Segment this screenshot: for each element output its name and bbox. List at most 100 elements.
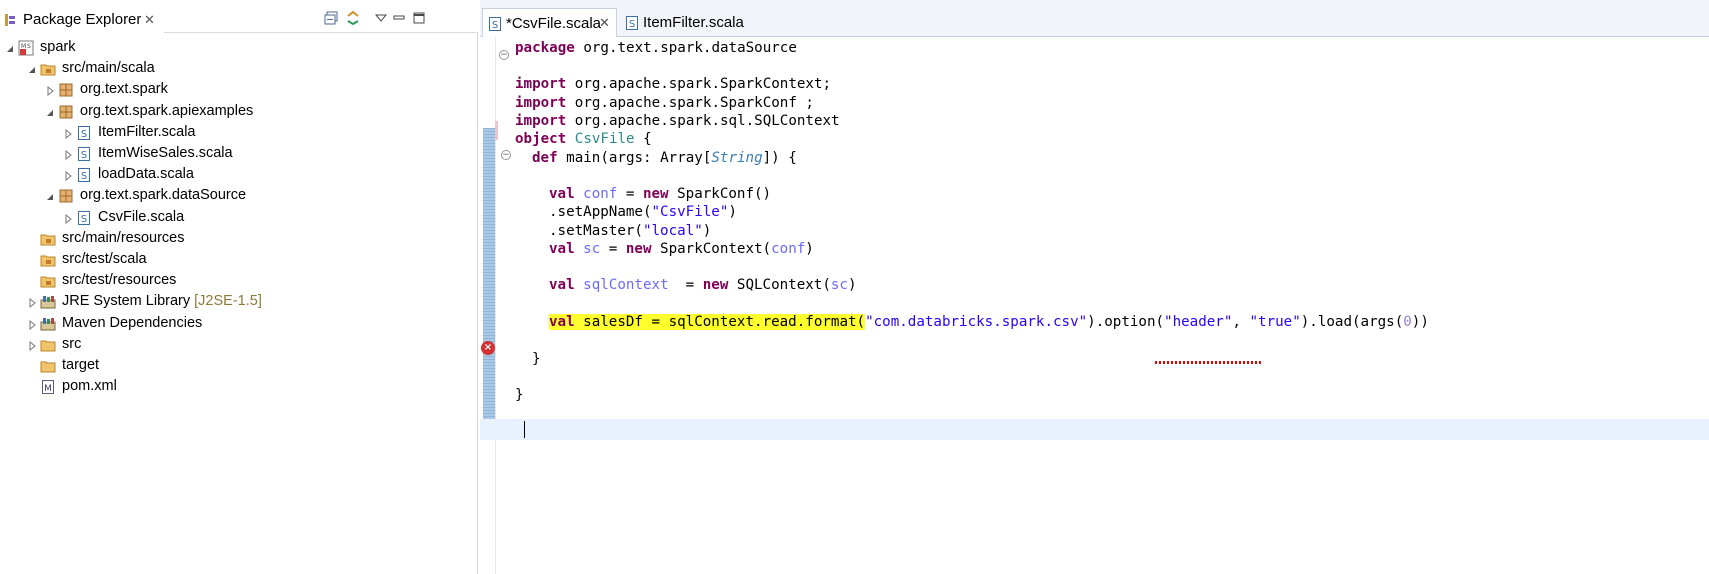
package-icon: [59, 189, 73, 203]
scala-file-icon: S: [78, 210, 90, 225]
code-line-3: import org.apache.spark.SparkContext;: [515, 76, 832, 92]
tree-item-label: src: [62, 335, 82, 352]
code-line-14: val sqlContext = new SQLContext(sc): [549, 277, 857, 293]
scala-file-icon: S: [78, 168, 90, 183]
source-folder-icon: [40, 255, 56, 267]
tree-item-label: loadData.scala: [98, 166, 194, 183]
tree-item-label: pom.xml: [62, 378, 117, 395]
package-explorer-icon: [5, 14, 15, 26]
tree-item-label: spark: [40, 39, 76, 55]
scala-file-icon: S: [78, 147, 90, 161]
collapsed-arrow-icon[interactable]: [45, 86, 55, 97]
tab-csvfile-scala[interactable]: S *CsvFile.scala ✕: [482, 8, 617, 37]
close-icon[interactable]: ✕: [599, 15, 610, 31]
change-ruler[interactable]: [483, 128, 495, 440]
source-folder-icon: [40, 234, 56, 246]
expanded-arrow-icon[interactable]: [45, 192, 55, 202]
code-line-12: val sc = new SparkContext(conf): [549, 241, 814, 257]
tab-itemfilter-scala[interactable]: S ItemFilter.scala: [620, 8, 760, 37]
library-icon: [40, 317, 56, 331]
folder-icon: [40, 340, 56, 352]
svg-text:S: S: [81, 214, 87, 225]
minimize-icon[interactable]: [391, 10, 407, 26]
tree-item-label: org.text.spark: [80, 81, 168, 98]
collapsed-arrow-icon[interactable]: [27, 340, 37, 351]
package-explorer-title: Package Explorer: [23, 11, 142, 28]
collapsed-arrow-icon[interactable]: [63, 150, 73, 160]
tree-item-label: target: [62, 357, 100, 373]
tab-label: *CsvFile.scala: [506, 15, 602, 32]
current-line-highlight: [480, 419, 1709, 440]
svg-text:S: S: [629, 19, 635, 30]
source-folder-icon: [40, 276, 56, 288]
tree-item-label: ItemWiseSales.scala: [98, 145, 233, 161]
maven-file-icon: M: [42, 380, 54, 395]
expanded-arrow-icon[interactable]: [5, 44, 15, 54]
svg-text:M: M: [44, 384, 52, 394]
scala-file-icon: S: [489, 17, 501, 31]
project-icon: MS: [18, 40, 34, 56]
folder-icon: [40, 361, 56, 373]
code-line-16: val salesDf = sqlContext.read.format("co…: [549, 314, 1429, 330]
highlighted-code: val salesDf = sqlContext.read.format(: [549, 314, 866, 330]
collapsed-arrow-icon[interactable]: [63, 213, 73, 224]
code-line-9: val conf = new SparkConf(): [549, 186, 772, 202]
tree-item-label: org.text.spark.apiexamples: [80, 102, 254, 119]
collapsed-arrow-icon[interactable]: [27, 298, 37, 309]
tree-item-label: ItemFilter.scala: [98, 123, 196, 140]
code-line-4: import org.apache.spark.SparkConf ;: [515, 95, 814, 111]
code-line-18: }: [532, 351, 541, 367]
editor-tabbar: S *CsvFile.scala ✕ S ItemFilter.scala: [480, 0, 1709, 37]
tab-package-explorer[interactable]: Package Explorer ✕: [0, 7, 164, 33]
package-icon: [59, 105, 73, 119]
fold-collapse-icon[interactable]: −: [499, 50, 509, 60]
gutter-divider: [495, 37, 496, 574]
tree-item-label: src/test/scala: [62, 251, 147, 267]
code-line-5: import org.apache.spark.sql.SQLContext: [515, 113, 840, 129]
code-line-10: .setAppName("CsvFile"): [549, 204, 737, 220]
text-caret: [524, 421, 525, 438]
collapsed-arrow-icon[interactable]: [63, 128, 73, 139]
svg-text:S: S: [27, 43, 31, 50]
error-icon[interactable]: ×: [481, 341, 495, 355]
svg-text:S: S: [81, 171, 87, 182]
tree-item-label: Maven Dependencies: [62, 314, 203, 331]
source-folder-icon: [40, 64, 56, 76]
scala-file-icon: S: [78, 125, 90, 140]
code-line-20: }: [515, 387, 524, 403]
svg-text:S: S: [81, 150, 87, 161]
package-explorer-tabbar: Package Explorer ✕: [0, 0, 478, 33]
close-icon[interactable]: ✕: [144, 12, 155, 28]
code-line-11: .setMaster("local"): [549, 223, 712, 239]
tree-item-label: CsvFile.scala: [98, 208, 185, 225]
expanded-arrow-icon[interactable]: [45, 108, 55, 118]
svg-text:M: M: [21, 43, 26, 50]
code-editor: S *CsvFile.scala ✕ S ItemFilter.scala − …: [480, 0, 1709, 574]
view-menu-icon[interactable]: [373, 10, 389, 26]
tree-item-label: src/main/scala: [62, 60, 155, 77]
library-icon: [40, 296, 56, 309]
tree-item-label: JRE System Library [J2SE-1.5]: [62, 293, 262, 310]
svg-text:S: S: [492, 20, 498, 31]
expanded-arrow-icon[interactable]: [27, 65, 37, 75]
fold-collapse-icon[interactable]: −: [501, 150, 511, 160]
tree-item-label: src/main/resources: [62, 229, 185, 246]
svg-text:S: S: [81, 129, 87, 140]
tree-item-decoration: [J2SE-1.5]: [190, 293, 262, 310]
tree-item-label: org.text.spark.dataSource: [80, 187, 247, 204]
code-line-1: package org.text.spark.dataSource: [515, 40, 797, 56]
package-icon: [59, 83, 73, 97]
change-ruler-mark: [495, 121, 498, 140]
collapsed-arrow-icon[interactable]: [63, 171, 73, 182]
maximize-icon[interactable]: [411, 10, 427, 26]
collapsed-arrow-icon[interactable]: [27, 319, 37, 330]
tab-label: ItemFilter.scala: [643, 14, 744, 31]
scala-file-icon: S: [626, 16, 638, 30]
tree-item-label: src/test/resources: [62, 272, 177, 289]
code-line-6: object CsvFile {: [515, 131, 652, 147]
collapse-all-icon[interactable]: [324, 10, 340, 26]
package-explorer-panel: Package Explorer ✕ M Sspark src/main/scala…: [0, 0, 478, 574]
error-underline: [1155, 361, 1261, 364]
code-line-7: def main(args: Array[String]) {: [532, 150, 797, 166]
link-with-editor-icon[interactable]: [345, 10, 361, 26]
